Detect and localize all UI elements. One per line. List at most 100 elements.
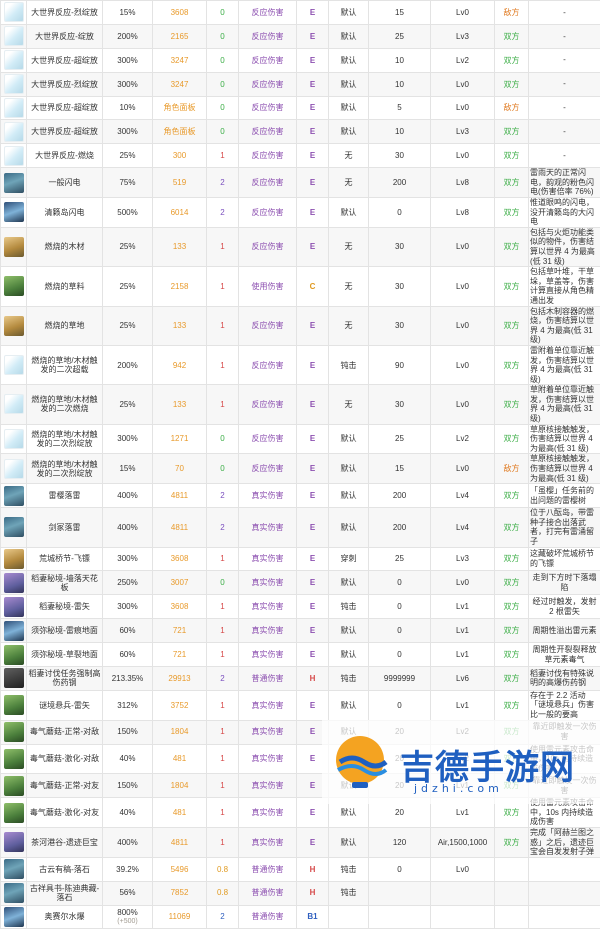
- row-multiplier-text: 56%: [104, 888, 151, 897]
- row-multiplier: 400%: [103, 508, 153, 547]
- row-gauge: 0: [207, 96, 239, 120]
- row-thumbnail-icon: [4, 645, 24, 665]
- table-row: 稻妻秘境-墙落天花板250%30070真实伤害E默认0Lv0双方走到下方时下落塌…: [1, 571, 600, 595]
- row-thumbnail-icon: [4, 316, 24, 336]
- row-gauge-text: 0: [208, 80, 237, 89]
- row-multiplier: 60%: [103, 619, 153, 643]
- row-multiplier-text: 213.35%: [104, 674, 151, 683]
- row-value: 25: [369, 424, 431, 454]
- row-gauge-text: 1: [208, 321, 237, 330]
- table-row: 奥赛尔水爆800%(+500)110692普通伤害B1: [1, 905, 600, 929]
- row-description: 雷雨天的正常闪电，韵观的粉色闪电(伤害倍率 76%): [529, 168, 600, 198]
- row-damage-type: 反应伤害: [239, 454, 297, 484]
- row-level-text: Lv1: [432, 602, 493, 611]
- row-description-text: 走到下方时下落塌陷: [530, 573, 599, 592]
- row-multiplier-text: 300%: [104, 127, 151, 136]
- row-element-code: E: [297, 168, 329, 198]
- row-multiplier: 25%: [103, 385, 153, 424]
- row-multiplier: 250%: [103, 571, 153, 595]
- row-name-text: 燃烧的草地: [28, 321, 101, 330]
- row-thumbnail-icon: [4, 621, 24, 641]
- row-value: 25: [369, 547, 431, 571]
- table-row: 燃烧的草地/木材触发的二次烈绽放15%700反应伤害E默认15Lv0敌方草原核接…: [1, 454, 600, 484]
- row-base-damage-text: 6014: [154, 208, 205, 217]
- row-description: 惟道眼鸣的闪电，没开清籁岛的大闪电: [529, 198, 600, 228]
- row-level: Lv0: [431, 345, 495, 384]
- row-damage-type-text: 反应伤害: [240, 242, 295, 251]
- row-level: Lv8: [431, 168, 495, 198]
- row-element-code: E: [297, 345, 329, 384]
- row-element-code-text: E: [298, 151, 327, 160]
- row-side: 双方: [495, 144, 529, 168]
- row-side-text: 双方: [496, 282, 527, 291]
- row-side-text: 双方: [496, 208, 527, 217]
- row-damage-type-text: 反应伤害: [240, 361, 295, 370]
- row-name-text: 燃烧的草地/木材触发的二次烈绽放: [28, 460, 101, 478]
- row-attack-tag: 默认: [329, 643, 369, 667]
- row-attack-tag-text: 默认: [330, 80, 367, 89]
- row-level-text: Lv8: [432, 208, 493, 217]
- row-thumbnail-icon: [4, 597, 24, 617]
- row-damage-type-text: 反应伤害: [240, 8, 295, 17]
- row-value: 10: [369, 120, 431, 144]
- row-base-damage-text: 481: [154, 754, 205, 763]
- row-icon-cell: [1, 857, 27, 881]
- row-gauge: 1: [207, 643, 239, 667]
- row-level-text: Air,1500,1000: [432, 838, 493, 847]
- row-description: [529, 881, 600, 905]
- row-gauge: 2: [207, 198, 239, 228]
- row-value: 15: [369, 454, 431, 484]
- row-level-text: Lv3: [432, 32, 493, 41]
- row-gauge-text: 1: [208, 151, 237, 160]
- row-damage-type-text: 普通伤害: [240, 865, 295, 874]
- row-side-text: 双方: [496, 361, 527, 370]
- row-thumbnail-icon: [4, 803, 24, 823]
- row-icon-cell: [1, 306, 27, 345]
- row-thumbnail-icon: [4, 832, 24, 852]
- row-element-code: E: [297, 385, 329, 424]
- row-gauge: 1: [207, 774, 239, 798]
- row-multiplier: 312%: [103, 690, 153, 720]
- row-level-text: Lv8: [432, 178, 493, 187]
- row-attack-tag: 无: [329, 267, 369, 306]
- row-damage-type-text: 普通伤害: [240, 674, 295, 683]
- row-multiplier: 300%: [103, 120, 153, 144]
- row-base-damage: 3608: [153, 547, 207, 571]
- row-attack-tag-text: 默认: [330, 523, 367, 532]
- row-value-text: 30: [370, 242, 429, 251]
- table-row: 稻妻秘境-雷矢300%36081真实伤害E钝击0Lv1双方经过时触发，发射 2 …: [1, 595, 600, 619]
- row-attack-tag-text: 钝击: [330, 865, 367, 874]
- row-level: Lv0: [431, 571, 495, 595]
- row-value-text: 0: [370, 626, 429, 635]
- row-thumbnail-icon: [4, 907, 24, 927]
- row-element-code-text: E: [298, 103, 327, 112]
- row-value: 0: [369, 643, 431, 667]
- row-value-text: 0: [370, 865, 429, 874]
- row-side: [495, 905, 529, 929]
- row-side: 双方: [495, 484, 529, 508]
- row-element-code: C: [297, 267, 329, 306]
- row-attack-tag-text: 无: [330, 178, 367, 187]
- row-thumbnail-icon: [4, 276, 24, 296]
- row-damage-type: 反应伤害: [239, 24, 297, 48]
- row-name: 毒气蘑菇-正常-对友: [27, 774, 103, 798]
- row-attack-tag-text: 默认: [330, 32, 367, 41]
- row-damage-type-text: 真实伤害: [240, 808, 295, 817]
- row-icon-cell: [1, 454, 27, 484]
- table-row: 古祥具书-陈迪典藏-落石56%78520.8普通伤害H钝击: [1, 881, 600, 905]
- row-attack-tag-text: 无: [330, 321, 367, 330]
- row-side-text: 敌方: [496, 103, 527, 112]
- row-side: 双方: [495, 508, 529, 547]
- row-name-text: 燃烧的草地/木材触发的二次超载: [28, 356, 101, 374]
- row-multiplier-text: 300%: [104, 554, 151, 563]
- row-name-text: 毒气蘑菇-激化-对敌: [28, 754, 101, 763]
- row-attack-tag: 默认: [329, 508, 369, 547]
- row-name-text: 大世界反应-绽放: [28, 32, 101, 41]
- row-damage-type: 反应伤害: [239, 424, 297, 454]
- row-multiplier-text: 75%: [104, 178, 151, 187]
- row-icon-cell: [1, 96, 27, 120]
- row-base-damage-text: 11069: [154, 912, 205, 921]
- row-base-damage-text: 5496: [154, 865, 205, 874]
- row-thumbnail-icon: [4, 549, 24, 569]
- row-name: 大世界反应-超绽放: [27, 96, 103, 120]
